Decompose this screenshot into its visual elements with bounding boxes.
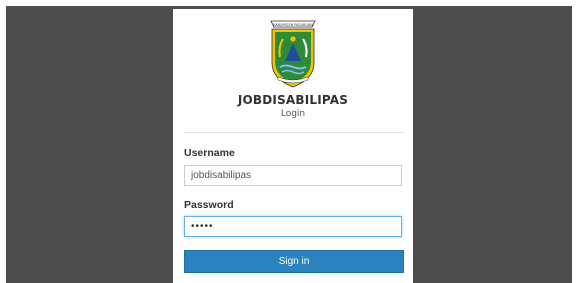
- login-subtitle: Login: [280, 109, 306, 119]
- sign-in-button[interactable]: Sign in: [184, 250, 404, 273]
- password-label: Password: [184, 199, 234, 211]
- app-title: JOBDISABILIPAS: [237, 93, 349, 107]
- crest-banner-text: KABUPATEN PASURUAN: [273, 23, 313, 27]
- username-label: Username: [184, 147, 235, 159]
- username-input[interactable]: [184, 165, 402, 186]
- divider: [184, 132, 404, 133]
- password-input[interactable]: [184, 216, 402, 237]
- login-card: KABUPATEN PASURUAN JOBDISABILIPAS Login …: [173, 9, 413, 283]
- regency-crest-icon: KABUPATEN PASURUAN: [270, 20, 316, 88]
